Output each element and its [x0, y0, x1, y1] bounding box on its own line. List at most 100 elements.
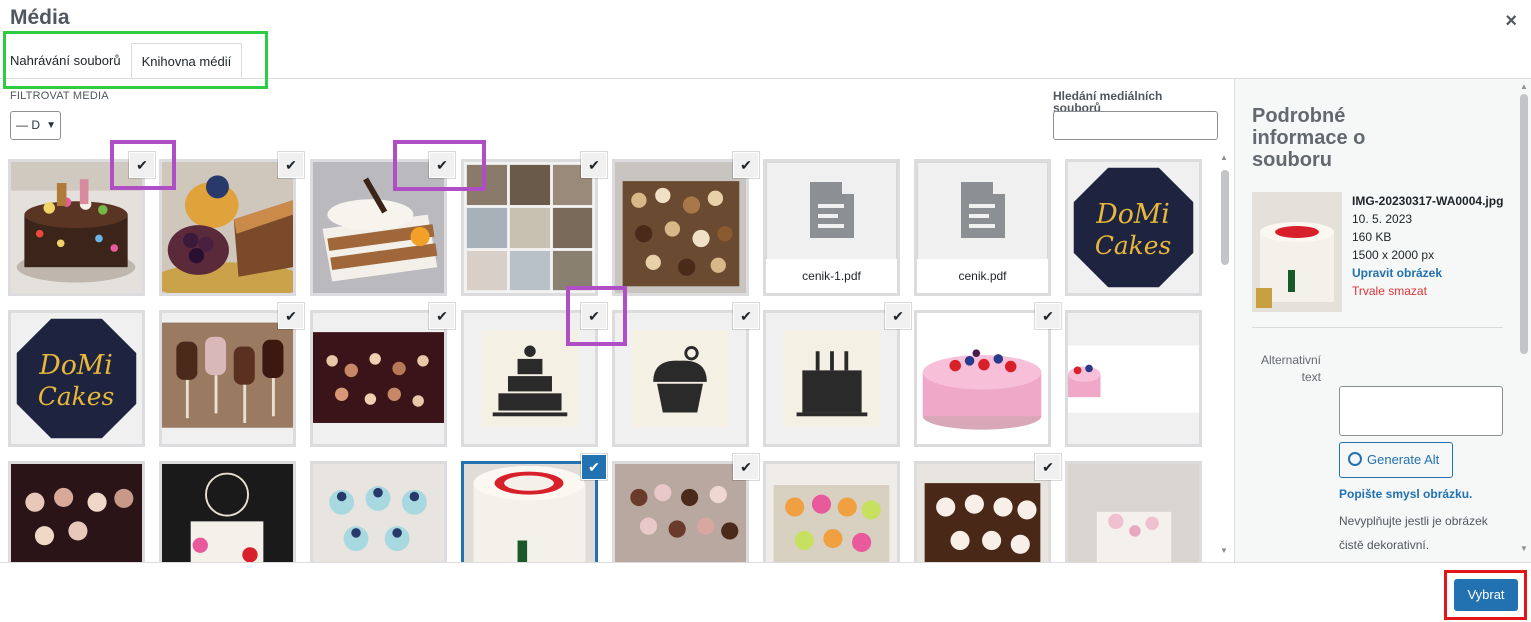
details-meta: IMG-20230317-WA0004.jpg 10. 5. 2023 160 …	[1352, 192, 1503, 300]
media-tile-tiered-cake-icon[interactable]	[461, 310, 598, 447]
media-grid: cenik-1.pdf cenik.pdf DoMi Cakes DoMi Ca…	[0, 150, 1233, 562]
svg-text:Cakes: Cakes	[38, 382, 114, 411]
media-tile-domi-cakes-logo[interactable]: DoMi Cakes	[1065, 159, 1202, 296]
media-tile-berry-cake-wide[interactable]	[1065, 310, 1202, 447]
alt-text-label: Alternativní text	[1260, 353, 1321, 384]
blue-cupcakes-thumbnail	[313, 464, 444, 562]
checkmark-icon[interactable]: ✔	[130, 153, 154, 177]
media-tile-selected-cake[interactable]	[461, 461, 598, 562]
tab-upload-files[interactable]: Nahrávání souborů	[0, 43, 131, 79]
dessert-tarts-thumbnail	[162, 162, 293, 293]
heart-cupcakes-thumbnail	[917, 464, 1048, 562]
scroll-down-icon[interactable]: ▼	[1520, 544, 1528, 553]
tab-bar: Nahrávání souborů Knihovna médií	[0, 43, 243, 79]
media-tile-blue-cupcakes[interactable]	[310, 461, 447, 562]
checkmark-icon[interactable]: ✔	[734, 153, 758, 177]
checkmark-icon[interactable]: ✔	[430, 304, 454, 328]
checkmark-icon[interactable]: ✔	[279, 304, 303, 328]
media-tile-cupcake-display[interactable]	[8, 461, 145, 562]
toolbar-divider	[0, 562, 1531, 563]
document-icon	[810, 182, 854, 238]
media-tile-cenik-pdf[interactable]: cenik.pdf	[914, 159, 1051, 296]
media-tile-cookie-tray[interactable]	[612, 159, 749, 296]
media-tile-photo-collage[interactable]	[461, 159, 598, 296]
document-icon	[961, 182, 1005, 238]
scroll-down-icon[interactable]: ▼	[1220, 546, 1228, 555]
delete-permanently-link[interactable]: Trvale smazat	[1352, 282, 1503, 300]
domi-cakes-logo-thumbnail: DoMi Cakes	[1068, 162, 1199, 293]
cake-pops-thumbnail	[162, 313, 293, 444]
tab-media-library[interactable]: Knihovna médií	[130, 43, 243, 79]
chocolate-cake-thumbnail	[11, 162, 142, 293]
edit-image-link[interactable]: Upravit obrázek	[1352, 264, 1503, 282]
chevron-down-icon: ▼	[46, 120, 56, 131]
media-tile-heart-cupcakes[interactable]	[914, 461, 1051, 562]
media-tile-pink-cake[interactable]	[1065, 461, 1202, 562]
berry-cake-wide-thumbnail	[1068, 313, 1199, 444]
birthday-cake-icon	[766, 313, 897, 444]
details-dimensions: 1500 x 2000 px	[1352, 248, 1435, 262]
media-tile-carrot-cake-slice[interactable]	[310, 159, 447, 296]
details-heading: Podrobné informace o souboru	[1252, 105, 1366, 171]
checkmark-icon[interactable]: ✔	[582, 304, 606, 328]
document-icon-line	[969, 204, 995, 208]
svg-text:DoMi: DoMi	[1095, 199, 1170, 230]
checkmark-icon[interactable]: ✔	[734, 455, 758, 479]
document-icon-line	[818, 224, 844, 228]
media-tile-birthday-cake-icon[interactable]	[763, 310, 900, 447]
document-icon-line	[969, 224, 995, 228]
media-tile-cake-pops[interactable]	[159, 310, 296, 447]
checkmark-icon[interactable]: ✔	[1036, 304, 1060, 328]
selected-cake-thumbnail	[464, 464, 595, 562]
media-tile-chocolate-drip-cake[interactable]	[8, 159, 145, 296]
media-tile-berry-cake[interactable]	[914, 310, 1051, 447]
cupcake-icon	[615, 313, 746, 444]
details-scrollbar-thumb[interactable]	[1520, 94, 1528, 354]
media-tile-macarons-box[interactable]	[763, 461, 900, 562]
details-filename: IMG-20230317-WA0004.jpg	[1352, 194, 1504, 208]
checkmark-icon[interactable]: ✔	[582, 455, 606, 479]
document-icon-line	[818, 204, 844, 208]
selected-cake-preview	[1252, 192, 1342, 312]
close-icon[interactable]: ×	[1505, 10, 1517, 33]
checkmark-icon[interactable]: ✔	[734, 304, 758, 328]
tiered-cake-icon	[464, 313, 595, 444]
checkmark-icon[interactable]: ✔	[279, 153, 303, 177]
media-modal: Média × Nahrávání souborů Knihovna médií…	[0, 0, 1531, 622]
generate-alt-label: Generate Alt	[1367, 452, 1440, 467]
scroll-up-icon[interactable]: ▲	[1520, 82, 1528, 91]
cookie-tray-thumbnail	[615, 162, 746, 293]
photo-collage-thumbnail	[464, 162, 595, 293]
checkmark-icon[interactable]: ✔	[886, 304, 910, 328]
file-name: cenik-1.pdf	[766, 259, 897, 293]
search-input[interactable]	[1053, 111, 1218, 140]
carrot-cake-thumbnail	[313, 162, 444, 293]
mini-desserts-thumbnail	[615, 464, 746, 562]
grid-scrollbar[interactable]: ▲ ▼	[1218, 150, 1230, 562]
describe-image-link[interactable]: Popište smysl obrázku.	[1339, 487, 1472, 501]
document-icon-line	[818, 214, 838, 218]
filter-select[interactable]: — D ▼	[10, 111, 61, 140]
scrollbar-thumb[interactable]	[1221, 170, 1229, 265]
alt-text-input[interactable]	[1339, 386, 1503, 436]
svg-text:Cakes: Cakes	[1095, 231, 1171, 260]
media-tile-cupcake-icon[interactable]	[612, 310, 749, 447]
media-tile-cenik-1-pdf[interactable]: cenik-1.pdf	[763, 159, 900, 296]
attachment-details-panel: Podrobné informace o souboru IMG-2023031…	[1234, 79, 1531, 562]
checkmark-icon[interactable]: ✔	[1036, 455, 1060, 479]
media-tile-dessert-tarts[interactable]	[159, 159, 296, 296]
svg-text:DoMi: DoMi	[38, 350, 113, 381]
checkmark-icon[interactable]: ✔	[582, 153, 606, 177]
media-tile-dessert-table-night[interactable]	[310, 310, 447, 447]
media-tile-domi-cakes-logo-2[interactable]: DoMi Cakes	[8, 310, 145, 447]
modal-title: Média	[10, 6, 70, 29]
generate-alt-button[interactable]: Generate Alt	[1339, 442, 1453, 478]
media-tile-mini-desserts[interactable]	[612, 461, 749, 562]
select-button[interactable]: Vybrat	[1454, 579, 1518, 611]
media-tile-wedding-cake-topper[interactable]	[159, 461, 296, 562]
berry-cake-thumbnail	[917, 313, 1048, 444]
checkmark-icon[interactable]: ✔	[430, 153, 454, 177]
describe-hint: Nevyplňujte jestli je obrázek čistě deko…	[1339, 514, 1488, 552]
scroll-up-icon[interactable]: ▲	[1220, 153, 1228, 162]
pink-cake-thumbnail	[1068, 464, 1199, 562]
